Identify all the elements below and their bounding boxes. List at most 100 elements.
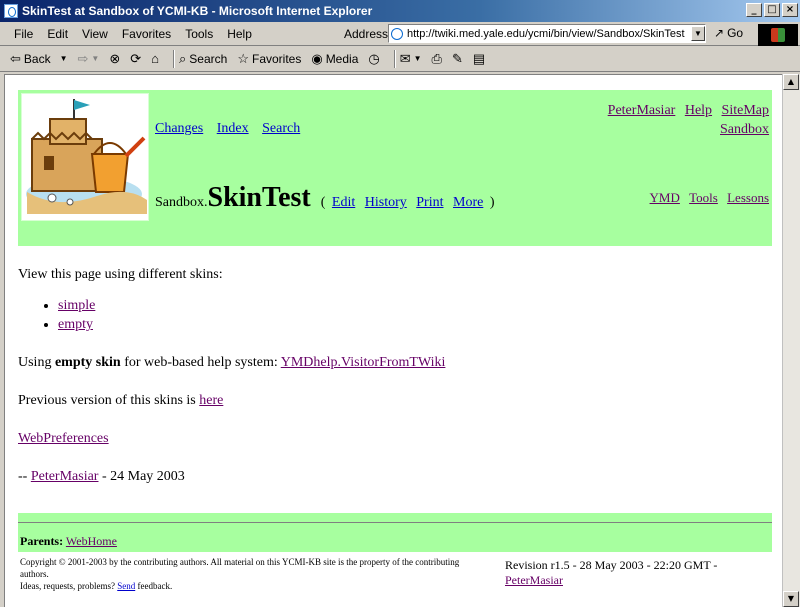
edit-link[interactable]: Edit: [332, 195, 355, 210]
feedback-prefix: Ideas, requests, problems?: [20, 581, 115, 591]
intro-text: View this page using different skins:: [18, 267, 223, 282]
window-controls: _ □ ×: [746, 3, 798, 17]
back-dropdown-icon[interactable]: ▼: [60, 54, 68, 63]
user-profile-link[interactable]: PeterMasiar: [608, 103, 676, 118]
sandcastle-logo[interactable]: [21, 93, 149, 221]
feedback-suffix: feedback.: [137, 581, 173, 591]
signature-author-link[interactable]: PeterMasiar: [31, 469, 99, 484]
menu-view[interactable]: View: [75, 27, 115, 41]
close-button[interactable]: ×: [782, 3, 798, 17]
revision-text: Revision r1.5 - 28 May 2003 - 22:20 GMT …: [505, 558, 718, 572]
page-icon: [391, 27, 403, 40]
history-button[interactable]: ◷: [368, 51, 379, 67]
maximize-button[interactable]: □: [764, 3, 780, 17]
list-item: simple: [58, 296, 772, 315]
back-label: Back: [23, 51, 51, 66]
menu-edit[interactable]: Edit: [40, 27, 75, 41]
help-middle: for web-based help system:: [124, 355, 278, 370]
vertical-scrollbar[interactable]: ▲ ▼: [782, 74, 800, 607]
forward-arrow-icon: ⇨: [77, 50, 89, 66]
back-arrow-icon: ⇦: [10, 50, 21, 66]
stop-button[interactable]: ⊗: [109, 51, 120, 67]
go-button[interactable]: ↗ Go: [714, 26, 743, 40]
mail-icon: ✉: [399, 50, 411, 66]
search-link[interactable]: Search: [262, 121, 300, 136]
address-bar[interactable]: http://twiki.med.yale.edu/ycmi/bin/view/…: [388, 24, 706, 43]
parents-line: Parents: WebHome: [20, 534, 117, 549]
signature: -- PeterMasiar - 24 May 2003: [18, 468, 772, 486]
search-button[interactable]: ⌕ Search: [179, 51, 227, 67]
search-label: Search: [189, 51, 228, 66]
menu-bar: File Edit View Favorites Tools Help Addr…: [0, 22, 800, 46]
address-url[interactable]: http://twiki.med.yale.edu/ycmi/bin/view/…: [407, 28, 691, 40]
top-navigation: Changes Index Search: [155, 121, 310, 137]
help-prefix: Using: [18, 355, 52, 370]
topic-name: SkinTest: [207, 182, 311, 213]
media-label: Media: [325, 51, 359, 66]
skin-empty-link[interactable]: empty: [58, 317, 93, 332]
parents-bar: Parents: WebHome: [18, 513, 772, 552]
minimize-button[interactable]: _: [746, 3, 762, 17]
menu-tools[interactable]: Tools: [178, 27, 220, 41]
print-link[interactable]: Print: [416, 195, 443, 210]
address-dropdown-icon[interactable]: ▼: [691, 26, 705, 41]
help-system-text: Using empty skin for web-based help syst…: [18, 354, 772, 372]
refresh-button[interactable]: ⟳: [130, 51, 141, 67]
mail-dropdown-icon[interactable]: ▼: [414, 54, 422, 63]
user-links: PeterMasiar Help SiteMap Sandbox: [602, 101, 769, 139]
menu-help[interactable]: Help: [220, 27, 259, 41]
changes-link[interactable]: Changes: [155, 121, 203, 136]
topic-actions: ( Edit History Print More ): [321, 195, 495, 211]
web-preferences-link[interactable]: WebPreferences: [18, 431, 109, 446]
history-link[interactable]: History: [365, 195, 407, 210]
forward-dropdown-icon[interactable]: ▼: [91, 54, 99, 63]
internet-explorer-icon: [4, 4, 18, 18]
help-link[interactable]: Help: [685, 103, 712, 118]
edit-button[interactable]: ✎: [452, 51, 463, 67]
window-title: SkinTest at Sandbox of YCMI-KB - Microso…: [22, 4, 373, 18]
favorites-label: Favorites: [251, 51, 302, 66]
scroll-down-icon[interactable]: ▼: [783, 591, 799, 607]
parents-label: Parents:: [20, 534, 64, 548]
ymd-link[interactable]: YMD: [650, 190, 680, 205]
menu-favorites[interactable]: Favorites: [115, 27, 178, 41]
address-label: Address: [344, 27, 389, 41]
sitemap-link[interactable]: SiteMap: [722, 103, 769, 118]
previous-version-text: Previous version of this skins is here: [18, 392, 772, 410]
wiki-page: Changes Index Search PeterMasiar Help Si…: [18, 90, 772, 591]
more-link[interactable]: More: [453, 195, 483, 210]
media-button[interactable]: ◉ Media: [311, 51, 358, 67]
windows-logo-icon: [758, 24, 798, 46]
signature-date: - 24 May 2003: [101, 469, 185, 484]
web-home-link[interactable]: Sandbox: [720, 122, 769, 137]
refresh-icon: ⟳: [130, 50, 142, 66]
revision-info: Revision r1.5 - 28 May 2003 - 22:20 GMT …: [505, 558, 765, 588]
index-link[interactable]: Index: [217, 121, 249, 136]
prev-text: Previous version of this skins is: [18, 393, 196, 408]
toolbar-separator: [393, 49, 396, 68]
parent-webhome-link[interactable]: WebHome: [66, 534, 117, 548]
forward-button[interactable]: ⇨ ▼: [78, 51, 100, 67]
list-item: empty: [58, 315, 772, 334]
previous-version-link[interactable]: here: [199, 393, 223, 408]
browser-toolbar: ⇦ Back ▼ ⇨ ▼ ⊗ ⟳ ⌂ ⌕ Search ☆ Favorites …: [0, 46, 800, 72]
home-button[interactable]: ⌂: [151, 51, 159, 66]
revision-author-link[interactable]: PeterMasiar: [505, 573, 563, 587]
menu-file[interactable]: File: [0, 27, 40, 41]
page-header: Changes Index Search PeterMasiar Help Si…: [18, 90, 772, 246]
help-system-link[interactable]: YMDhelp.VisitorFromTWiki: [281, 355, 446, 370]
print-button[interactable]: ⎙: [432, 51, 442, 67]
back-button[interactable]: ⇦ Back ▼: [10, 51, 68, 67]
media-icon: ◉: [311, 50, 323, 66]
send-feedback-link[interactable]: Send: [117, 581, 135, 591]
lessons-link[interactable]: Lessons: [727, 190, 769, 205]
scroll-up-icon[interactable]: ▲: [783, 74, 799, 90]
go-label: Go: [727, 26, 744, 40]
web-preferences-para: WebPreferences: [18, 430, 772, 448]
discuss-button[interactable]: ▤: [473, 51, 485, 67]
favorites-button[interactable]: ☆ Favorites: [237, 51, 301, 67]
feedback-line: Ideas, requests, problems? Send feedback…: [20, 580, 480, 592]
tools-link[interactable]: Tools: [689, 190, 718, 205]
mail-button[interactable]: ✉ ▼: [400, 51, 422, 67]
skin-simple-link[interactable]: simple: [58, 298, 95, 313]
